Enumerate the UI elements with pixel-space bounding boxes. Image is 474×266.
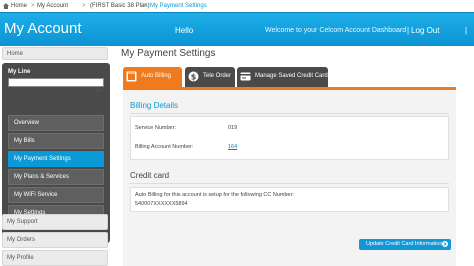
tab-manage-saved-credit-card[interactable]: Manage Saved Credit Card [237, 67, 328, 87]
service-number-label: Service Number: [135, 125, 176, 131]
sidebar-item-my-bills[interactable]: My Bills [8, 133, 104, 149]
calendar-icon [126, 71, 137, 82]
sidebar-item-my-plans-services[interactable]: My Plans & Services [8, 169, 104, 185]
account-number-label: Billing Account Number: [135, 144, 194, 150]
sidebar-item-my-wifi-service[interactable]: My WiFi Service [8, 187, 104, 203]
billing-details-box: Service Number: 019 Billing Account Numb… [130, 116, 449, 160]
line-select[interactable] [8, 78, 104, 93]
sidebar-menu: Overview My Bills My Payment Settings My… [8, 115, 104, 223]
credit-card-icon [240, 71, 251, 82]
tab-label: Manage Saved Credit Card [255, 73, 328, 79]
credit-card-number: 540007XXXXXX5894 [135, 201, 188, 207]
breadcrumb-plan[interactable]: (FIRST Basic 38 Plan) [90, 0, 150, 12]
service-number-value: 019 [228, 125, 238, 131]
divider [130, 183, 449, 184]
dollar-icon: $ [188, 71, 199, 82]
page-header: My Account Hello Welcome to your Celcom … [0, 12, 474, 46]
update-button-label: Update Credit Card Information [366, 241, 443, 247]
header-separator: | [407, 26, 410, 35]
sidebar-item-my-support[interactable]: My Support [2, 214, 108, 230]
sidebar-item-overview[interactable]: Overview [8, 115, 104, 131]
sidebar: Home My Line Overview My Bills My Paymen… [2, 47, 110, 266]
page-title: My Account [4, 20, 82, 37]
tab-tele-order[interactable]: $ Tele Order [185, 67, 235, 87]
arrow-right-icon [442, 241, 448, 247]
welcome-text: Welcome to your Celcom Account Dashboard [265, 27, 407, 34]
sidebar-item-home[interactable]: Home [2, 47, 108, 60]
sidebar-item-my-profile[interactable]: My Profile [2, 250, 108, 266]
credit-card-heading: Credit card [130, 171, 170, 180]
hello-text: Hello [175, 26, 194, 35]
sidebar-item-my-orders[interactable]: My Orders [2, 232, 108, 248]
breadcrumb-my-account[interactable]: My Account [37, 0, 68, 12]
auto-billing-panel: Billing Details Service Number: 019 Bill… [123, 90, 456, 266]
home-icon[interactable] [3, 3, 9, 9]
breadcrumb-separator: > [31, 3, 35, 9]
breadcrumb: Home > My Account > (FIRST Basic 38 Plan… [0, 0, 474, 12]
billing-details-heading: Billing Details [130, 101, 179, 110]
header-separator: | [465, 26, 468, 35]
breadcrumb-current: My Payment Settings [150, 3, 207, 9]
my-line-label: My Line [8, 69, 31, 75]
tab-label: Tele Order [203, 73, 232, 79]
tab-label: Auto Billing [141, 73, 172, 79]
chevron-down-icon [95, 80, 103, 93]
credit-card-description: Auto Billing for this account is setup f… [135, 192, 294, 198]
sidebar-item-my-payment-settings[interactable]: My Payment Settings [8, 151, 104, 167]
logout-link[interactable]: Log Out [411, 26, 439, 35]
credit-card-box: Auto Billing for this account is setup f… [130, 187, 449, 212]
update-credit-card-button[interactable]: Update Credit Card Information [359, 239, 451, 250]
account-number-link[interactable]: 164 [228, 144, 237, 150]
divider [130, 113, 449, 114]
breadcrumb-home[interactable]: Home [11, 0, 27, 12]
breadcrumb-separator: > [82, 3, 86, 9]
tab-auto-billing[interactable]: Auto Billing [123, 67, 182, 87]
section-title: My Payment Settings [121, 48, 216, 59]
svg-text:$: $ [191, 73, 197, 82]
breadcrumb-separator: > [143, 3, 147, 9]
